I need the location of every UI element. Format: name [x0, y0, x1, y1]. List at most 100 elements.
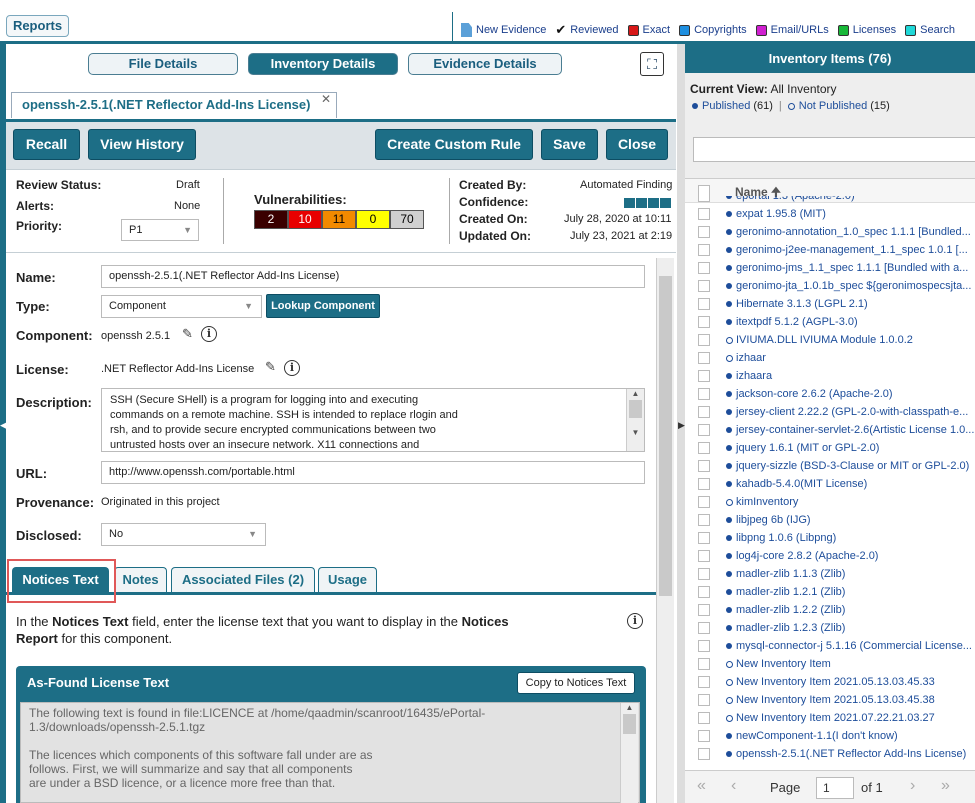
list-item[interactable]: eportal 1.3 (Apache-2.0) — [685, 196, 975, 205]
list-item[interactable]: New Inventory Item — [685, 655, 975, 673]
list-item-label[interactable]: openssh-2.5.1(.NET Reflector Add-Ins Lic… — [736, 748, 966, 760]
list-item[interactable]: log4j-core 2.8.2 (Apache-2.0) — [685, 547, 975, 565]
inventory-search-input[interactable] — [693, 137, 975, 162]
list-item[interactable]: New Inventory Item 2021.07.22.21.03.27 — [685, 709, 975, 727]
list-item-label[interactable]: New Inventory Item — [736, 658, 831, 670]
list-item[interactable]: itextpdf 5.1.2 (AGPL-3.0) — [685, 313, 975, 331]
row-checkbox[interactable] — [698, 280, 710, 292]
list-item-label[interactable]: New Inventory Item 2021.07.22.21.03.27 — [736, 712, 935, 724]
row-checkbox[interactable] — [698, 298, 710, 310]
list-item-label[interactable]: jackson-core 2.6.2 (Apache-2.0) — [736, 388, 893, 400]
pencil-icon[interactable]: ✎ — [265, 359, 276, 375]
list-item[interactable]: openssh-2.5.1(.NET Reflector Add-Ins Lic… — [685, 745, 975, 763]
document-tab[interactable]: openssh-2.5.1(.NET Reflector Add-Ins Lic… — [11, 92, 337, 118]
list-item-label[interactable]: geronimo-jms_1.1_spec 1.1.1 [Bundled wit… — [736, 262, 968, 274]
row-checkbox[interactable] — [698, 244, 710, 256]
list-item[interactable]: geronimo-j2ee-management_1.1_spec 1.0.1 … — [685, 241, 975, 259]
first-page-icon[interactable]: « — [697, 777, 706, 795]
list-item[interactable]: libjpeg 6b (IJG) — [685, 511, 975, 529]
row-checkbox[interactable] — [698, 208, 710, 220]
vulnerability-count[interactable]: 0 — [356, 210, 390, 229]
list-item-label[interactable]: kahadb-5.4.0(MIT License) — [736, 478, 867, 490]
list-item-label[interactable]: New Inventory Item 2021.05.13.03.45.33 — [736, 676, 935, 688]
list-item[interactable]: geronimo-jms_1.1_spec 1.1.1 [Bundled wit… — [685, 259, 975, 277]
license-text-scrollbar[interactable]: ▲ — [620, 703, 638, 803]
list-item-label[interactable]: itextpdf 5.1.2 (AGPL-3.0) — [736, 316, 858, 328]
list-item[interactable]: kimInventory — [685, 493, 975, 511]
copy-to-notices-button[interactable]: Copy to Notices Text — [517, 672, 635, 694]
save-button[interactable]: Save — [541, 129, 598, 160]
list-item-label[interactable]: jersey-client 2.22.2 (GPL-2.0-with-class… — [736, 406, 968, 418]
tab-usage[interactable]: Usage — [318, 567, 377, 592]
form-scrollbar[interactable] — [656, 258, 674, 803]
lookup-component-button[interactable]: Lookup Component — [266, 294, 380, 318]
list-item[interactable]: New Inventory Item 2021.05.13.03.45.38 — [685, 691, 975, 709]
list-item[interactable]: geronimo-annotation_1.0_spec 1.1.1 [Bund… — [685, 223, 975, 241]
recall-button[interactable]: Recall — [13, 129, 80, 160]
collapse-right-icon[interactable]: ▶ — [678, 420, 685, 431]
list-item-label[interactable]: IVIUMA.DLL IVIUMA Module 1.0.0.2 — [736, 334, 913, 346]
pencil-icon[interactable]: ✎ — [182, 326, 193, 342]
vulnerability-count[interactable]: 10 — [288, 210, 322, 229]
list-item-label[interactable]: geronimo-annotation_1.0_spec 1.1.1 [Bund… — [736, 226, 971, 238]
list-item-label[interactable]: Hibernate 3.1.3 (LGPL 2.1) — [736, 298, 868, 310]
not-published-filter-link[interactable]: Not Published — [799, 100, 868, 112]
list-item[interactable]: izhaara — [685, 367, 975, 385]
list-item[interactable]: kahadb-5.4.0(MIT License) — [685, 475, 975, 493]
list-item[interactable]: madler-zlib 1.2.1 (Zlib) — [685, 583, 975, 601]
reports-button[interactable]: Reports — [6, 15, 69, 37]
list-item[interactable]: madler-zlib 1.2.3 (Zlib) — [685, 619, 975, 637]
list-item-label[interactable]: geronimo-j2ee-management_1.1_spec 1.0.1 … — [736, 244, 968, 256]
prev-page-icon[interactable]: ‹ — [731, 777, 736, 795]
row-checkbox[interactable] — [698, 196, 710, 202]
list-item-label[interactable]: izhaar — [736, 352, 766, 364]
list-item[interactable]: geronimo-jta_1.0.1b_spec ${geronimospecs… — [685, 277, 975, 295]
list-item[interactable]: jquery-sizzle (BSD-3-Clause or MIT or GP… — [685, 457, 975, 475]
list-item[interactable]: jersey-container-servlet-2.6(Artistic Li… — [685, 421, 975, 439]
collapse-left-icon[interactable]: ◀ — [0, 420, 7, 431]
list-item-label[interactable]: jersey-container-servlet-2.6(Artistic Li… — [736, 424, 974, 436]
row-checkbox[interactable] — [698, 658, 710, 670]
info-icon[interactable]: i — [284, 360, 300, 376]
row-checkbox[interactable] — [698, 460, 710, 472]
vulnerability-count[interactable]: 2 — [254, 210, 288, 229]
row-checkbox[interactable] — [698, 514, 710, 526]
list-item[interactable]: libpng 1.0.6 (Libpng) — [685, 529, 975, 547]
row-checkbox[interactable] — [698, 622, 710, 634]
row-checkbox[interactable] — [698, 712, 710, 724]
row-checkbox[interactable] — [698, 226, 710, 238]
tab-evidence-details[interactable]: Evidence Details — [408, 53, 562, 75]
list-item[interactable]: madler-zlib 1.2.2 (Zlib) — [685, 601, 975, 619]
priority-select[interactable]: P1 ▼ — [121, 219, 199, 241]
list-item[interactable]: newComponent-1.1(I don't know) — [685, 727, 975, 745]
row-checkbox[interactable] — [698, 748, 710, 760]
row-checkbox[interactable] — [698, 604, 710, 616]
vulnerability-count[interactable]: 70 — [390, 210, 424, 229]
list-item[interactable]: jackson-core 2.6.2 (Apache-2.0) — [685, 385, 975, 403]
create-custom-rule-button[interactable]: Create Custom Rule — [375, 129, 533, 160]
list-item-label[interactable]: izhaara — [736, 370, 772, 382]
tab-inventory-details[interactable]: Inventory Details — [248, 53, 398, 75]
last-page-icon[interactable]: » — [941, 777, 950, 795]
list-item-label[interactable]: New Inventory Item 2021.05.13.03.45.38 — [736, 694, 935, 706]
list-item-label[interactable]: newComponent-1.1(I don't know) — [736, 730, 898, 742]
tab-file-details[interactable]: File Details — [88, 53, 238, 75]
type-select[interactable]: Component ▼ — [101, 295, 262, 318]
disclosed-select[interactable]: No ▼ — [101, 523, 266, 546]
published-filter-link[interactable]: Published — [702, 100, 750, 112]
description-field[interactable]: SSH (Secure SHell) is a program for logg… — [101, 388, 645, 452]
list-item-label[interactable]: geronimo-jta_1.0.1b_spec ${geronimospecs… — [736, 280, 971, 292]
list-item-label[interactable]: jquery 1.6.1 (MIT or GPL-2.0) — [736, 442, 879, 454]
tab-associated-files[interactable]: Associated Files (2) — [171, 567, 315, 592]
row-checkbox[interactable] — [698, 586, 710, 598]
row-checkbox[interactable] — [698, 676, 710, 688]
row-checkbox[interactable] — [698, 568, 710, 580]
list-item-label[interactable]: madler-zlib 1.2.3 (Zlib) — [736, 622, 845, 634]
row-checkbox[interactable] — [698, 388, 710, 400]
row-checkbox[interactable] — [698, 406, 710, 418]
list-item[interactable]: jquery 1.6.1 (MIT or GPL-2.0) — [685, 439, 975, 457]
row-checkbox[interactable] — [698, 496, 710, 508]
list-item-label[interactable]: madler-zlib 1.1.3 (Zlib) — [736, 568, 845, 580]
info-icon[interactable]: i — [627, 613, 643, 629]
row-checkbox[interactable] — [698, 532, 710, 544]
